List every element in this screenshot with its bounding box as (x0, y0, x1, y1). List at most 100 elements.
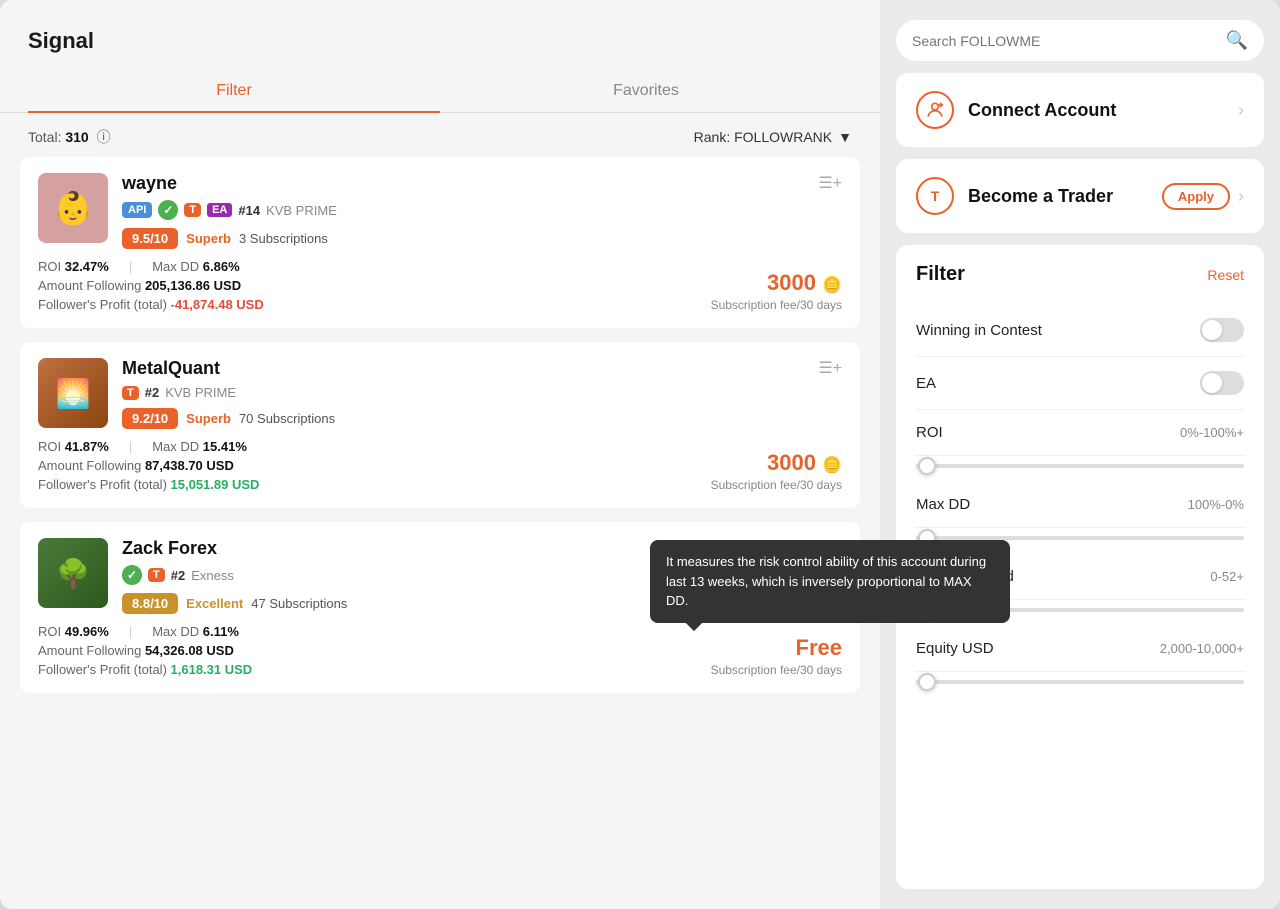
total-count: 310 (65, 129, 88, 145)
badge-ea: EA (207, 203, 232, 217)
profit-label: Follower's Profit (total) -41,874.48 USD (38, 297, 264, 312)
filter-label: Winning in Contest (916, 322, 1042, 339)
filter-label: EA (916, 375, 936, 392)
right-panel: 🔍 Connect Account › T (880, 0, 1280, 909)
trader-name: MetalQuant (122, 358, 842, 379)
score-row: 9.5/10 Superb 3 Subscriptions (122, 228, 842, 249)
filter-toggle[interactable] (1200, 371, 1244, 395)
slider-track (916, 680, 1244, 684)
following-label: Amount Following 54,326.08 USD (38, 643, 234, 658)
following-label: Amount Following 87,438.70 USD (38, 458, 234, 473)
profit-label: Follower's Profit (total) 1,618.31 USD (38, 662, 252, 677)
become-trader-chevron: › (1238, 186, 1244, 207)
left-panel: Signal Filter Favorites Total: 310 ⓘ Ran… (0, 0, 880, 909)
price-area: 3000 🪙 Subscription fee/30 days (711, 450, 842, 492)
tooltip-text: It measures the risk control ability of … (666, 554, 986, 608)
filter-value: 100%-0% (1188, 497, 1244, 512)
filter-label: Equity USD (916, 640, 994, 657)
avatar: 👶 (38, 173, 108, 243)
tooltip: It measures the risk control ability of … (650, 540, 1010, 623)
card-header: 🌅 MetalQuant T #2 KVB PRIME 9.2/10 Super… (38, 358, 842, 429)
signal-list: 👶 wayne API✓TEA #14 KVB PRIME 9.5/10 Sup… (0, 157, 880, 909)
subscriptions: 3 Subscriptions (239, 231, 328, 246)
reset-button[interactable]: Reset (1207, 267, 1244, 283)
price-unit: Subscription fee/30 days (711, 478, 842, 492)
signal-card: 🌅 MetalQuant T #2 KVB PRIME 9.2/10 Super… (20, 342, 860, 508)
connect-account-card[interactable]: Connect Account › (896, 73, 1264, 147)
card-main: wayne API✓TEA #14 KVB PRIME 9.5/10 Super… (122, 173, 842, 249)
score-row: 9.2/10 Superb 70 Subscriptions (122, 408, 842, 429)
filter-header: Filter Reset (916, 263, 1244, 286)
price-area: Free Subscription fee/30 days (711, 635, 842, 677)
filter-toggle[interactable] (1200, 318, 1244, 342)
connect-account-right: › (1238, 100, 1244, 121)
roi-label: ROI 49.96% (38, 624, 109, 639)
menu-icon[interactable]: ☰+ (818, 360, 842, 377)
menu-icon[interactable]: ☰+ (818, 175, 842, 192)
badge-verified: ✓ (158, 200, 178, 220)
connect-account-icon (916, 91, 954, 129)
become-trader-left: T Become a Trader (916, 177, 1113, 215)
divider: | (129, 624, 132, 639)
price-unit: Subscription fee/30 days (711, 663, 842, 677)
card-actions: ☰+ (818, 358, 842, 378)
tab-filter[interactable]: Filter (28, 70, 440, 112)
search-bar: 🔍 (896, 20, 1264, 61)
become-trader-title: Become a Trader (968, 186, 1113, 207)
badges: T #2 KVB PRIME (122, 385, 842, 400)
connect-account-title: Connect Account (968, 100, 1116, 121)
badge-t: T (184, 203, 201, 217)
become-trader-card[interactable]: T Become a Trader Apply › (896, 159, 1264, 233)
search-input[interactable] (912, 33, 1216, 49)
roi-label: ROI 41.87% (38, 439, 109, 454)
filter-title: Filter (916, 263, 965, 286)
search-icon: 🔍 (1226, 30, 1248, 51)
avatar: 🌳 (38, 538, 108, 608)
filter-value: 2,000-10,000+ (1160, 641, 1244, 656)
following-label: Amount Following 205,136.86 USD (38, 278, 241, 293)
filter-item-group: ROI 0%-100%+ (916, 410, 1244, 468)
filter-item-group: Max DD 100%-0% (916, 482, 1244, 540)
card-main: MetalQuant T #2 KVB PRIME 9.2/10 Superb … (122, 358, 842, 429)
price-value: 3000 🪙 (711, 270, 842, 296)
connect-account-left: Connect Account (916, 91, 1116, 129)
dropdown-icon: ▼ (838, 129, 852, 145)
filter-row: Winning in Contest (916, 304, 1244, 357)
maxdd-label: Max DD 6.11% (152, 624, 239, 639)
tabs: Filter Favorites (0, 70, 880, 113)
badges: API✓TEA #14 KVB PRIME (122, 200, 842, 220)
rank-selector[interactable]: Rank: FOLLOWRANK ▼ (694, 129, 852, 145)
badge-t: T (148, 568, 165, 582)
filter-item-group: Equity USD 2,000-10,000+ (916, 626, 1244, 684)
quality-label: Superb (186, 411, 231, 426)
score-badge: 9.5/10 (122, 228, 178, 249)
total-label: Total: (28, 129, 61, 145)
badge-t: T (122, 386, 139, 400)
filter-row: ROI 0%-100%+ (916, 410, 1244, 456)
score-badge: 8.8/10 (122, 593, 178, 614)
price-value: 3000 🪙 (711, 450, 842, 476)
badge-verified: ✓ (122, 565, 142, 585)
divider: | (129, 439, 132, 454)
subscriptions: 70 Subscriptions (239, 411, 335, 426)
filter-value: 0-52+ (1210, 569, 1244, 584)
profit-label: Follower's Profit (total) 15,051.89 USD (38, 477, 259, 492)
rank-tag: #14 (238, 203, 260, 218)
rank-label: Rank: FOLLOWRANK (694, 129, 832, 145)
quality-label: Superb (186, 231, 231, 246)
divider: | (129, 259, 132, 274)
quality-label: Excellent (186, 596, 243, 611)
become-trader-right: Apply › (1162, 183, 1244, 210)
app-title: Signal (0, 0, 880, 70)
apply-button[interactable]: Apply (1162, 183, 1230, 210)
app-container: Signal Filter Favorites Total: 310 ⓘ Ran… (0, 0, 1280, 909)
slider-thumb[interactable] (918, 457, 936, 475)
slider-track (916, 464, 1244, 468)
tab-favorites[interactable]: Favorites (440, 70, 852, 112)
roi-label: ROI 32.47% (38, 259, 109, 274)
slider-thumb[interactable] (918, 673, 936, 691)
rank-tag: #2 (171, 568, 185, 583)
price-area: 3000 🪙 Subscription fee/30 days (711, 270, 842, 312)
info-icon[interactable]: ⓘ (97, 129, 111, 145)
card-actions: ☰+ (818, 173, 842, 193)
